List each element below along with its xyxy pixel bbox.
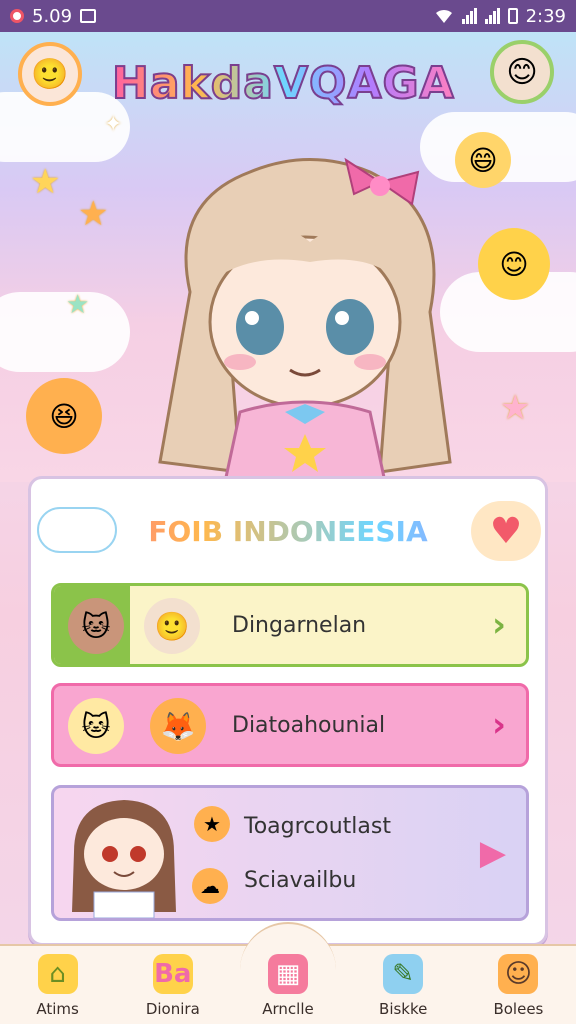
app-logo: HakdaVQAGA bbox=[111, 57, 455, 110]
app-icon bbox=[80, 9, 97, 23]
cat-mascot-icon: 🐱 bbox=[68, 698, 124, 754]
status-right-time: 2:39 bbox=[525, 5, 566, 27]
star-icon: ★ bbox=[66, 290, 90, 320]
status-left-time: 5.09 bbox=[32, 5, 73, 27]
nav-label: Bolees bbox=[493, 1000, 544, 1018]
fox-mascot-icon: 🦊 bbox=[150, 698, 206, 754]
menu-row-1[interactable]: 🐱 🙂 Dingarnelan › bbox=[51, 583, 529, 667]
friend-avatar[interactable]: 😊 bbox=[490, 40, 554, 104]
nav-label: Dionira bbox=[145, 1000, 200, 1018]
pencil-icon: ✎ bbox=[383, 954, 424, 994]
play-arrow-icon: ▶ bbox=[479, 833, 506, 873]
signal-icon-2 bbox=[484, 8, 500, 24]
panel-title: FOIB INDONEESIA bbox=[31, 515, 545, 548]
menu-row-3[interactable]: ★ ☁ Toagrcoutlast Sciavailbu ▶ bbox=[51, 785, 529, 921]
cloud-mascot-icon: ☁ bbox=[192, 868, 228, 904]
menu-row-2[interactable]: 🐱 🦊 Diatoahounial › bbox=[51, 683, 529, 767]
profile-avatar[interactable]: 🙂 bbox=[18, 42, 82, 106]
star-icon: ★ bbox=[30, 162, 61, 202]
star-mascot-icon: ★ bbox=[194, 806, 230, 842]
battery-icon bbox=[507, 8, 518, 24]
nav-item-home[interactable]: ⌂ Atims bbox=[0, 946, 115, 1024]
nav-item-letters[interactable]: Ba Dionira bbox=[115, 946, 230, 1024]
star-icon: ★ bbox=[500, 388, 531, 428]
person-icon: ☺ bbox=[498, 954, 539, 994]
fruit-mascot-icon: 😊 bbox=[478, 228, 550, 300]
girl-mascot-icon: 🙂 bbox=[144, 598, 200, 654]
menu-row-3-label-1: Toagrcoutlast bbox=[244, 814, 391, 839]
cat-mascot-icon: 🐱 bbox=[68, 598, 124, 654]
sparkle-icon: ✦ bbox=[104, 112, 123, 137]
signal-icon bbox=[461, 8, 477, 24]
balloon-mascot-icon: 😆 bbox=[26, 378, 102, 454]
menu-row-3-label-2: Sciavailbu bbox=[244, 868, 357, 893]
chevron-right-icon: › bbox=[491, 605, 506, 645]
menu-row-1-label: Dingarnelan bbox=[232, 612, 367, 638]
bottom-nav: ⌂ Atims Ba Dionira ▦ Arnclle ✎ Biskke ☺ … bbox=[0, 922, 576, 1024]
header-scene: 🙂 😊 HakdaVQAGA ★ ★ ★ ★ ✦ 😄 😊 😆 bbox=[0, 32, 576, 482]
chevron-right-icon: › bbox=[491, 705, 506, 745]
nav-item-person[interactable]: ☺ Bolees bbox=[461, 946, 576, 1024]
nav-label: Biskke bbox=[379, 1000, 428, 1018]
status-bar: 5.09 2:39 bbox=[0, 0, 576, 32]
home-icon: ⌂ bbox=[37, 954, 78, 994]
gift-icon: ▦ bbox=[268, 954, 308, 994]
letters-icon: Ba bbox=[152, 954, 193, 994]
star-icon: ★ bbox=[78, 194, 109, 234]
menu-panel: ♥ FOIB INDONEESIA 🐱 🙂 Dingarnelan › 🐱 🦊 … bbox=[28, 476, 548, 946]
cloud-decoration bbox=[0, 292, 130, 372]
wifi-icon bbox=[435, 9, 452, 23]
nav-label: Atims bbox=[36, 1000, 79, 1018]
girl-character-illustration bbox=[72, 800, 176, 918]
nav-item-gift[interactable]: ▦ Arnclle bbox=[230, 922, 345, 1024]
notification-icon bbox=[10, 9, 24, 23]
status-right: 2:39 bbox=[434, 6, 566, 27]
emoji-mascot-icon: 😄 bbox=[455, 132, 511, 188]
chibi-girl-illustration bbox=[158, 157, 452, 482]
status-left: 5.09 bbox=[10, 5, 97, 27]
nav-item-pencil[interactable]: ✎ Biskke bbox=[346, 946, 461, 1024]
menu-row-2-label: Diatoahounial bbox=[232, 712, 386, 738]
nav-label: Arnclle bbox=[262, 1000, 314, 1018]
